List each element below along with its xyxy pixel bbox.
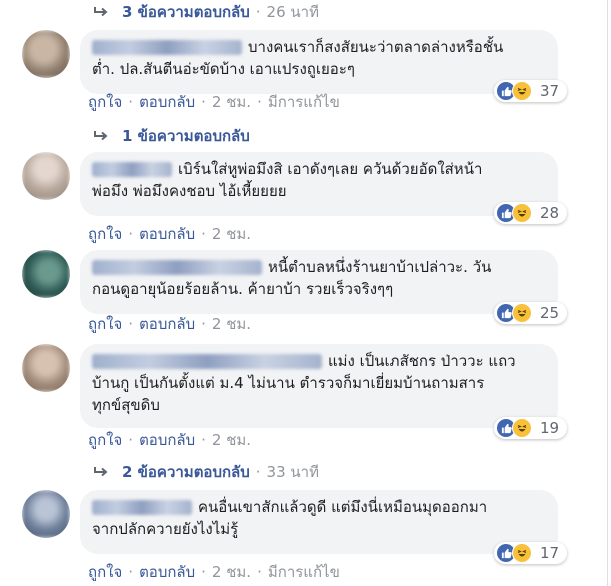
- comment-text: บ้านกู เป็นกันตั้งแต่ ม.4 ไม่นาน ตำรวจก็…: [92, 374, 485, 392]
- comment-bubble: เบิร์นใส่หูพ่อมึงสิ เอาดังๆเลย ควันด้วยอ…: [80, 152, 558, 216]
- commenter-name[interactable]: [92, 40, 242, 55]
- avatar[interactable]: [22, 490, 70, 538]
- like-button[interactable]: ถูกใจ: [88, 560, 122, 584]
- comment-time[interactable]: 2 ชม.: [212, 90, 251, 114]
- like-button[interactable]: ถูกใจ: [88, 90, 122, 114]
- reaction-count: 17: [540, 544, 560, 562]
- reaction-count: 37: [540, 82, 560, 100]
- reply-arrow-icon: [94, 7, 108, 17]
- separator: ·: [201, 563, 206, 581]
- separator: ·: [201, 225, 206, 243]
- separator: ·: [201, 93, 206, 111]
- comment-text: คนอื่นเขาสักแล้วดูดี แต่มึงนี่เหมือนมุดอ…: [198, 498, 488, 516]
- separator: ·: [128, 431, 134, 449]
- reply-button[interactable]: ตอบกลับ: [139, 560, 195, 584]
- comment-time[interactable]: 2 ชม.: [212, 428, 251, 452]
- separator: ·: [257, 93, 262, 111]
- comment-text: หนี้ตำบลหนึ่งร้านยาบ้าเปล่าวะ. วัน: [268, 258, 492, 276]
- view-replies-link[interactable]: 1 ข้อความตอบกลับ: [94, 124, 250, 148]
- reaction-summary[interactable]: 28: [494, 202, 568, 224]
- separator: ·: [201, 431, 206, 449]
- separator: ·: [201, 315, 206, 333]
- reply-arrow-icon: [94, 467, 108, 477]
- comment-time[interactable]: 2 ชม.: [212, 560, 251, 584]
- comment-text: ทุกข์สุขดิบ: [92, 396, 160, 414]
- replies-time: 26 นาที: [266, 3, 319, 21]
- reaction-summary[interactable]: 17: [494, 542, 568, 564]
- reply-button[interactable]: ตอบกลับ: [139, 312, 195, 336]
- separator: ·: [255, 463, 261, 481]
- commenter-name[interactable]: [92, 500, 192, 515]
- edited-label[interactable]: มีการแก้ไข: [268, 90, 340, 114]
- like-button[interactable]: ถูกใจ: [88, 428, 122, 452]
- separator: ·: [128, 563, 134, 581]
- reaction-count: 28: [540, 204, 560, 222]
- comment-bubble: หนี้ตำบลหนึ่งร้านยาบ้าเปล่าวะ. วัน กอนดู…: [80, 250, 558, 314]
- replies-count[interactable]: 3 ข้อความตอบกลับ: [122, 0, 250, 24]
- comment-actions: ถูกใจ · ตอบกลับ · 2 ชม.: [88, 312, 251, 336]
- reaction-count: 25: [540, 304, 560, 322]
- comment-text: พ่อมึง พ่อมึงคงชอบ ไอ้เหี้ยยยย: [92, 182, 287, 200]
- comment-time[interactable]: 2 ชม.: [212, 312, 251, 336]
- reaction-summary[interactable]: 25: [494, 302, 568, 324]
- reply-button[interactable]: ตอบกลับ: [139, 222, 195, 246]
- comment-bubble: บางคนเราก็สงสัยนะว่าตลาดล่างหรือชั้น ต่ำ…: [80, 30, 558, 94]
- scroll-edge: [607, 0, 608, 586]
- like-button[interactable]: ถูกใจ: [88, 312, 122, 336]
- commenter-name[interactable]: [92, 354, 322, 369]
- reply-button[interactable]: ตอบกลับ: [139, 428, 195, 452]
- comment-time[interactable]: 2 ชม.: [212, 222, 251, 246]
- avatar[interactable]: [22, 152, 70, 200]
- haha-reaction-icon: [512, 303, 532, 323]
- separator: ·: [257, 563, 262, 581]
- view-replies-link[interactable]: 3 ข้อความตอบกลับ · 26 นาที: [94, 0, 319, 24]
- reaction-summary[interactable]: 37: [494, 80, 568, 102]
- avatar[interactable]: [22, 344, 70, 392]
- comment-text: บางคนเราก็สงสัยนะว่าตลาดล่างหรือชั้น: [248, 38, 504, 56]
- comment-text: เบิร์นใส่หูพ่อมึงสิ เอาดังๆเลย ควันด้วยอ…: [178, 160, 483, 178]
- separator: ·: [128, 225, 134, 243]
- reaction-count: 19: [540, 419, 560, 437]
- reply-arrow-icon: [94, 131, 108, 141]
- reply-button[interactable]: ตอบกลับ: [139, 90, 195, 114]
- commenter-name[interactable]: [92, 260, 262, 275]
- replies-count[interactable]: 2 ข้อความตอบกลับ: [122, 460, 250, 484]
- comment-bubble: คนอื่นเขาสักแล้วดูดี แต่มึงนี่เหมือนมุดอ…: [80, 490, 558, 554]
- view-replies-link[interactable]: 2 ข้อความตอบกลับ · 33 นาที: [94, 460, 319, 484]
- separator: ·: [128, 315, 134, 333]
- haha-reaction-icon: [512, 203, 532, 223]
- comment-text: จากปลักควายยังไงไม่รู้: [92, 520, 239, 538]
- comment-text: กอนดูอายุน้อยร้อยล้าน. ค้ายาบ้า รวยเร็วจ…: [92, 280, 394, 298]
- comment-actions: ถูกใจ · ตอบกลับ · 2 ชม.: [88, 428, 251, 452]
- haha-reaction-icon: [512, 543, 532, 563]
- reaction-summary[interactable]: 19: [494, 417, 568, 439]
- comment-actions: ถูกใจ · ตอบกลับ · 2 ชม. · มีการแก้ไข: [88, 560, 340, 584]
- separator: ·: [255, 3, 261, 21]
- like-button[interactable]: ถูกใจ: [88, 222, 122, 246]
- comment-actions: ถูกใจ · ตอบกลับ · 2 ชม.: [88, 222, 251, 246]
- comment-actions: ถูกใจ · ตอบกลับ · 2 ชม. · มีการแก้ไข: [88, 90, 340, 114]
- separator: ·: [128, 93, 134, 111]
- haha-reaction-icon: [512, 418, 532, 438]
- haha-reaction-icon: [512, 81, 532, 101]
- comment-text: แม่ง เป็นเภสัชกร ป่าววะ แถว: [328, 352, 516, 370]
- replies-time: 33 นาที: [266, 463, 319, 481]
- avatar[interactable]: [22, 250, 70, 298]
- comment-bubble: แม่ง เป็นเภสัชกร ป่าววะ แถว บ้านกู เป็นก…: [80, 344, 558, 428]
- commenter-name[interactable]: [92, 162, 172, 177]
- comment-text: ต่ำ. ปล.สันตีนอ่ะขัดบ้าง เอาแปรงถูเยอะๆ: [92, 60, 355, 78]
- avatar[interactable]: [22, 30, 70, 78]
- edited-label[interactable]: มีการแก้ไข: [268, 560, 340, 584]
- replies-count[interactable]: 1 ข้อความตอบกลับ: [122, 124, 250, 148]
